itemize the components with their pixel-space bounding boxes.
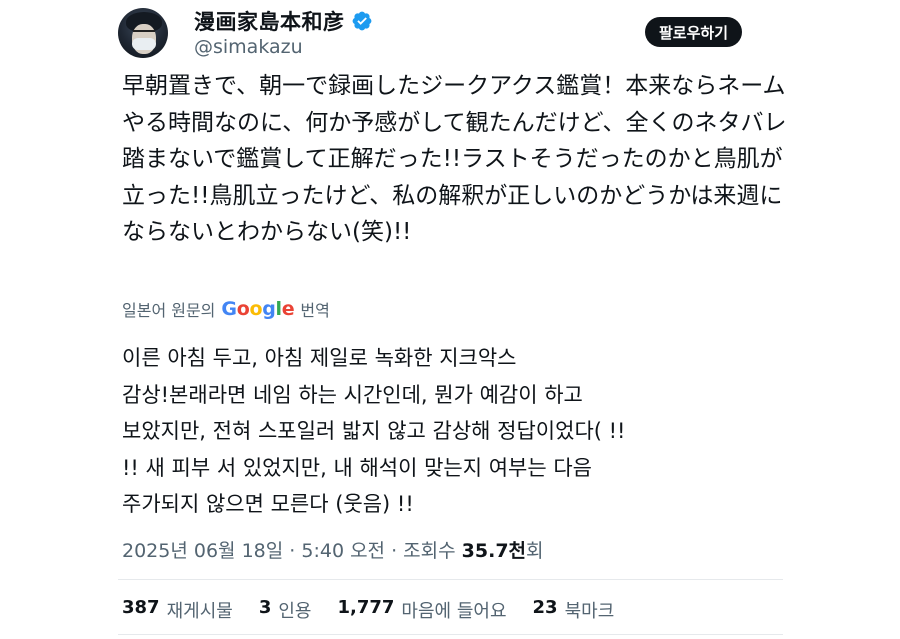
stat-label: 북마크 xyxy=(564,601,615,622)
avatar-glasses xyxy=(133,30,155,38)
tweet-text: 早朝置きで、朝一で録画したジークアクス鑑賞！本来ならネームやる時間なのに、何か予… xyxy=(122,73,787,245)
stat-reposts[interactable]: 387 재게시물 xyxy=(122,597,233,623)
tweet-meta: 2025년 06월 18일 · 5:40 오전 · 조회수 35.7천회 xyxy=(122,536,544,563)
translated-text: 이른 아침 두고, 아침 제일로 녹화한 지크악스 감상!본래라면 네임 하는 … xyxy=(122,346,626,516)
user-handle[interactable]: @simakazu xyxy=(194,36,303,58)
avatar[interactable] xyxy=(118,8,168,58)
views-count: 35.7천 xyxy=(461,540,527,562)
name-row: 漫画家島本和彦 xyxy=(194,6,373,36)
stat-likes[interactable]: 1,777 마음에 들어요 xyxy=(337,597,506,623)
stat-label: 마음에 들어요 xyxy=(401,601,507,622)
avatar-mask xyxy=(132,38,156,50)
tweet-time[interactable]: 5:40 오전 xyxy=(301,540,385,562)
divider xyxy=(118,634,783,635)
translation-suffix: 번역 xyxy=(300,301,330,320)
stat-label: 재게시물 xyxy=(166,601,233,622)
google-logo: Google xyxy=(221,298,295,320)
translation-prefix: 일본어 원문의 xyxy=(122,301,216,320)
stat-count: 3 xyxy=(258,597,272,618)
stat-count: 387 xyxy=(122,597,160,618)
views-label: 조회수 xyxy=(403,540,456,562)
views-suffix: 회 xyxy=(526,540,544,562)
stat-bookmarks[interactable]: 23 북마크 xyxy=(533,597,615,623)
stat-quotes[interactable]: 3 인용 xyxy=(259,597,312,623)
tweet-date[interactable]: 2025년 06월 18일 xyxy=(122,540,283,562)
stat-label: 인용 xyxy=(278,601,312,622)
follow-button[interactable]: 팔로우하기 xyxy=(645,17,743,47)
stat-count: 23 xyxy=(532,597,558,618)
stat-count: 1,777 xyxy=(337,597,395,618)
translation-attribution[interactable]: 일본어 원문의 Google 번역 xyxy=(122,297,330,321)
display-name[interactable]: 漫画家島本和彦 xyxy=(194,6,345,36)
tweet-header: 漫画家島本和彦 @simakazu 팔로우하기 xyxy=(118,4,778,60)
meta-separator: · xyxy=(385,540,404,562)
verified-badge-icon xyxy=(352,11,371,31)
tweet-stats: 387 재게시물 3 인용 1,777 마음에 들어요 23 북마크 xyxy=(122,597,614,623)
meta-separator: · xyxy=(283,540,302,562)
divider xyxy=(118,579,783,580)
